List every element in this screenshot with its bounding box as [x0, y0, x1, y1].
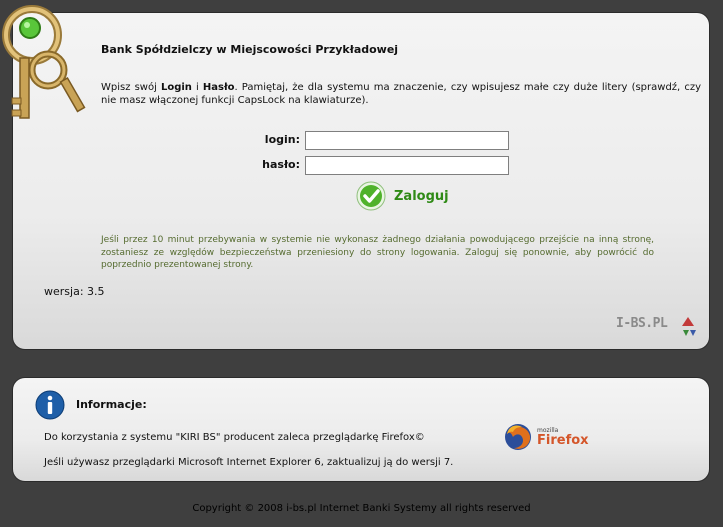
login-button[interactable]: Zaloguj [356, 181, 449, 211]
keys-icon [2, 5, 86, 119]
ibs-logo: I-BS.PL [616, 313, 696, 343]
firefox-text: Firefox [537, 432, 589, 448]
checkmark-icon [356, 181, 386, 211]
version-label: wersja: 3.5 [44, 285, 105, 298]
info-title: Informacje: [76, 398, 147, 411]
bank-title: Bank Spółdzielczy w Miejscowości Przykła… [101, 43, 399, 56]
session-timeout-notice: Jeśli przez 10 minut przebywania w syste… [101, 235, 654, 270]
password-input[interactable] [305, 156, 509, 175]
firefox-recommendation: Do korzystania z systemu "KIRI BS" produ… [44, 432, 425, 443]
login-button-label: Zaloguj [394, 188, 449, 204]
info-icon [35, 390, 65, 420]
login-input[interactable] [305, 131, 509, 150]
login-instructions: Wpisz swój Login i Hasło. Pamiętaj, że d… [101, 82, 701, 106]
firefox-logo[interactable]: mozilla Firefox [503, 422, 589, 452]
login-label: login: [264, 133, 300, 146]
password-label: hasło: [262, 158, 300, 171]
copyright-footer: Copyright © 2008 i-bs.pl Internet Banki … [192, 503, 531, 514]
firefox-icon [505, 424, 531, 450]
ibs-logo-icon: I-BS.PL [616, 316, 696, 336]
svg-text:I-BS.PL: I-BS.PL [616, 316, 668, 331]
ie-upgrade-notice: Jeśli używasz przeglądarki Microsoft Int… [44, 457, 454, 468]
